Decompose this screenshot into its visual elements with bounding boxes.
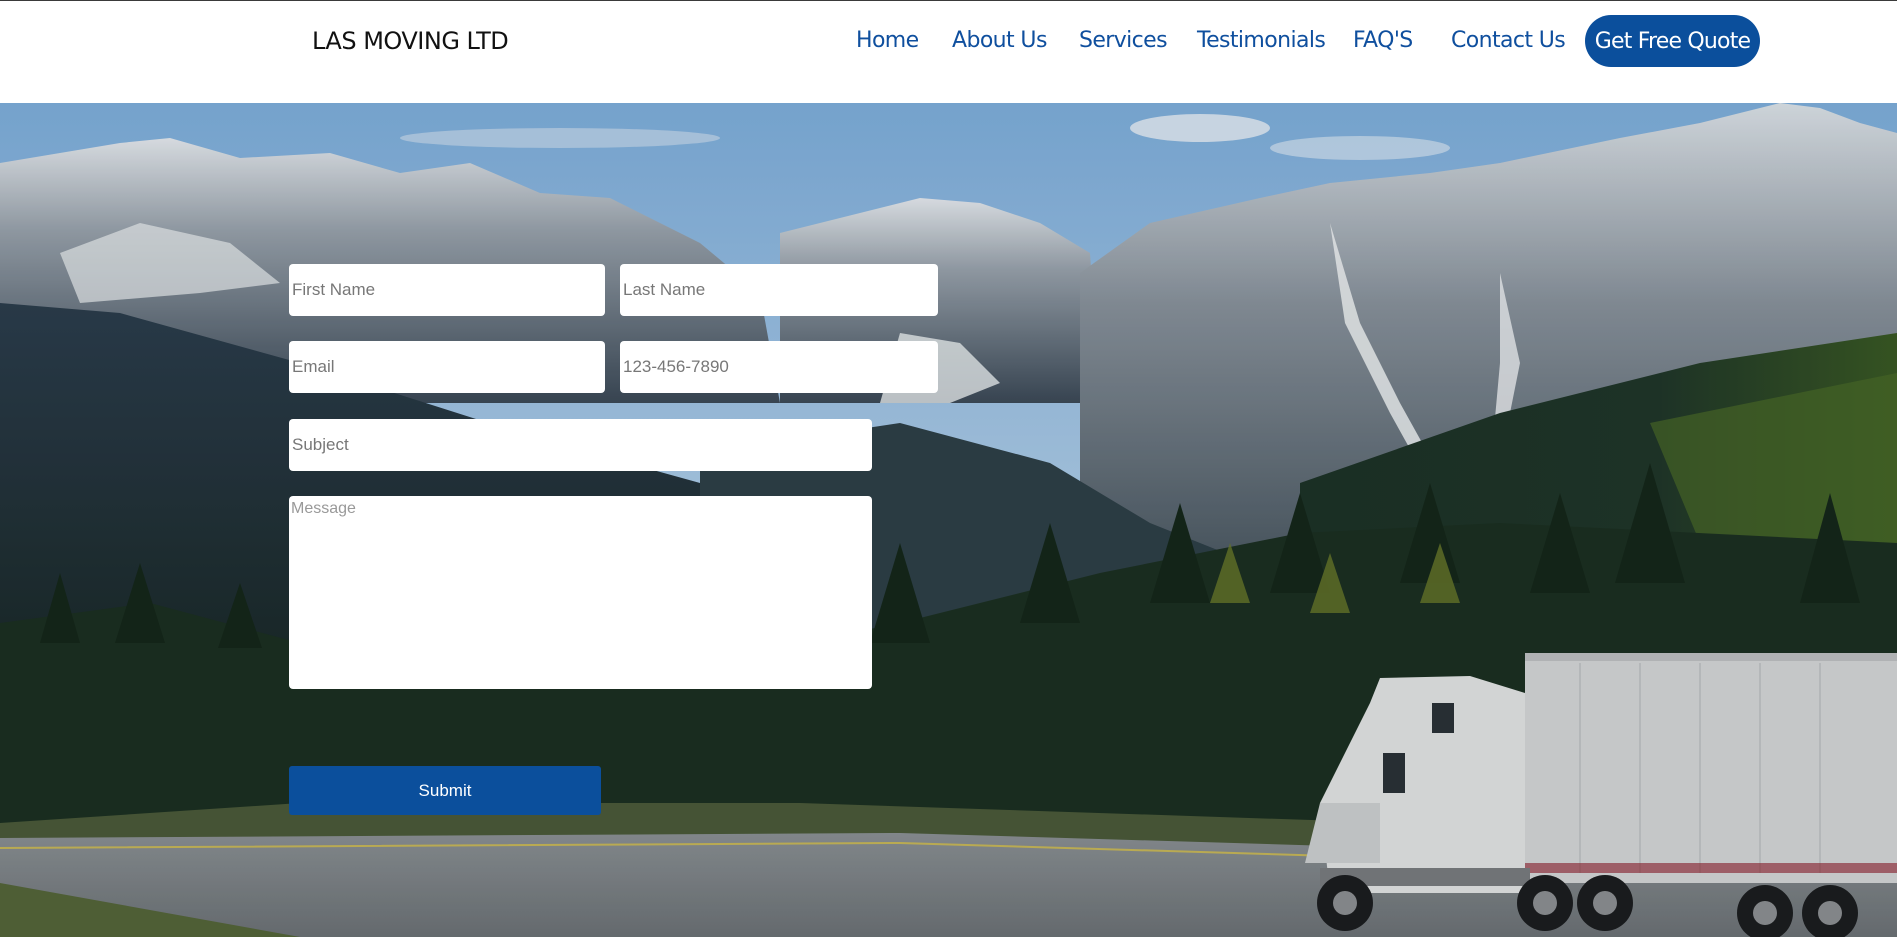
nav-services[interactable]: Services	[1079, 28, 1168, 53]
hero-background	[0, 103, 1897, 937]
nav-contact-us[interactable]: Contact Us	[1451, 28, 1566, 53]
nav-home[interactable]: Home	[856, 28, 919, 53]
last-name-input[interactable]	[620, 264, 938, 316]
get-free-quote-button[interactable]: Get Free Quote	[1585, 15, 1760, 67]
nav-testimonials[interactable]: Testimonials	[1197, 28, 1326, 53]
subject-input[interactable]	[289, 419, 872, 471]
nav-about-us[interactable]: About Us	[952, 28, 1047, 53]
site-logo[interactable]: LAS MOVING LTD	[312, 27, 509, 55]
email-input[interactable]	[289, 341, 605, 393]
nav-faqs[interactable]: FAQ'S	[1353, 28, 1413, 53]
mountain-landscape-image	[0, 103, 1897, 937]
site-header: LAS MOVING LTD Home About Us Services Te…	[0, 1, 1897, 103]
phone-input[interactable]	[620, 341, 938, 393]
message-textarea[interactable]	[289, 496, 872, 689]
first-name-input[interactable]	[289, 264, 605, 316]
submit-button[interactable]: Submit	[289, 766, 601, 815]
